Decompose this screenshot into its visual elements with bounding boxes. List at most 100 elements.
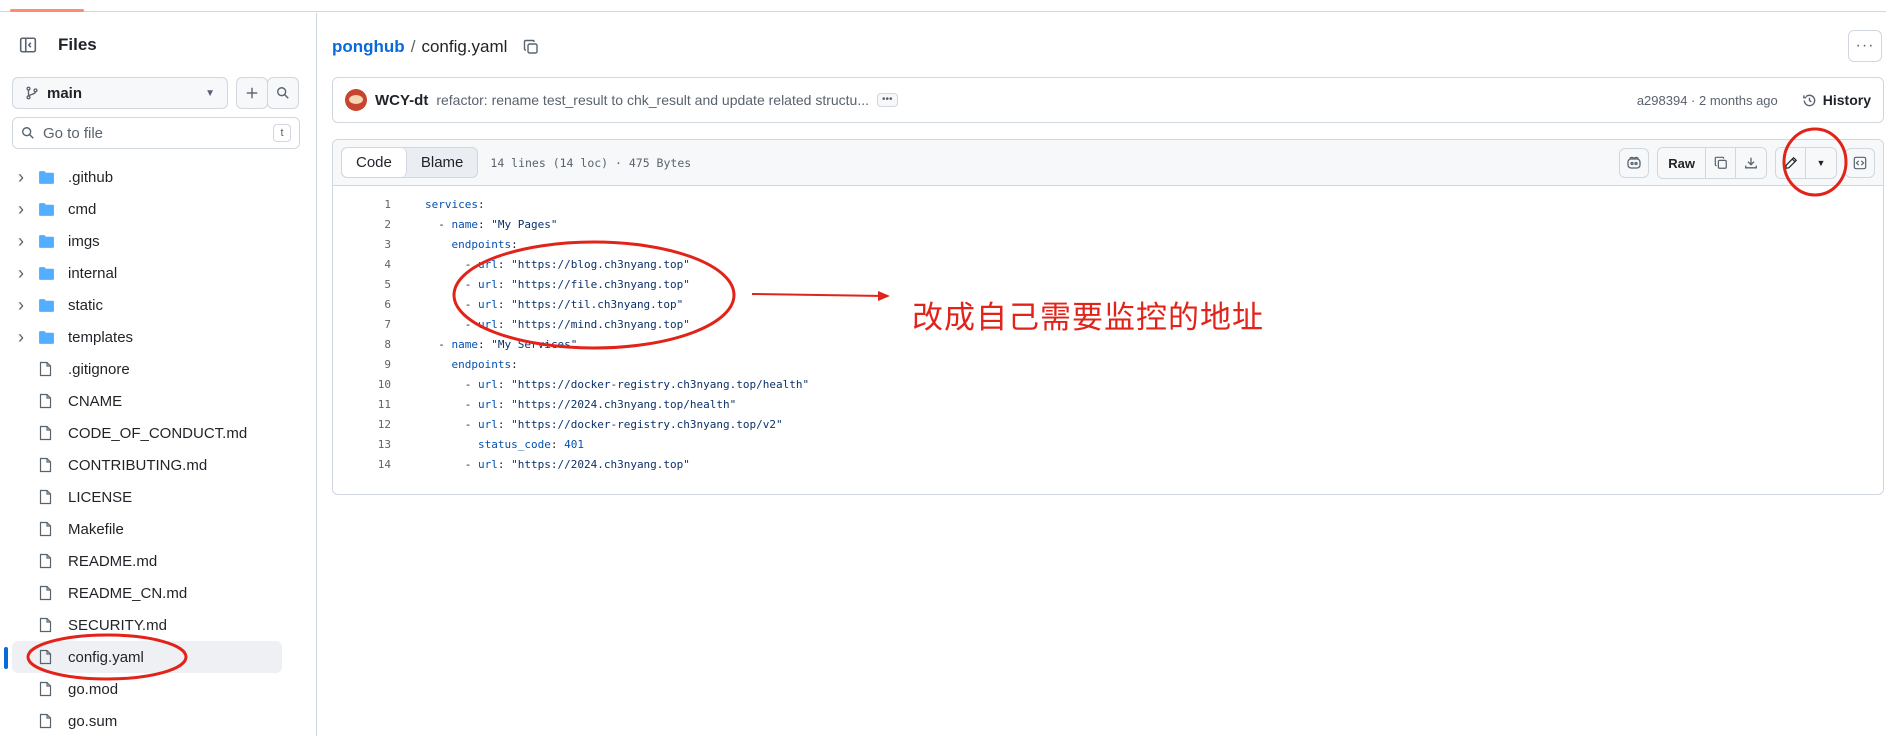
tree-folder[interactable]: › cmd — [0, 193, 316, 225]
file-stats: 14 lines (14 loc) · 475 Bytes — [490, 155, 692, 170]
line-content: status_code: 401 — [477, 437, 584, 451]
history-button[interactable]: History — [1802, 92, 1871, 108]
tree-file[interactable]: config.yaml — [4, 641, 282, 673]
line-number[interactable]: 4 — [333, 258, 391, 271]
file-icon — [38, 393, 60, 409]
tree-file[interactable]: go.sum — [0, 705, 316, 736]
line-number[interactable]: 11 — [333, 398, 391, 411]
tree-item-label: go.sum — [68, 712, 118, 730]
search-icon — [277, 87, 289, 99]
chevron-right-icon[interactable]: › — [14, 295, 28, 316]
sidebar-header: Files — [12, 29, 97, 61]
raw-button[interactable]: Raw — [1658, 148, 1706, 178]
author-avatar[interactable] — [345, 89, 367, 111]
search-files-button[interactable] — [267, 77, 299, 109]
tree-item-label: README_CN.md — [68, 584, 188, 602]
line-number[interactable]: 12 — [333, 418, 391, 431]
chevron-right-icon[interactable]: › — [14, 263, 28, 284]
view-mode-toggle: Code Blame — [341, 147, 479, 178]
tab-blame[interactable]: Blame — [407, 148, 478, 177]
code-line: 11 - url: "https://2024.ch3nyang.top/hea… — [333, 394, 1883, 414]
tree-file[interactable]: README_CN.md — [0, 577, 316, 609]
branch-selector[interactable]: main ▼ — [12, 77, 228, 109]
chevron-right-icon[interactable]: › — [14, 327, 28, 348]
tree-file[interactable]: LICENSE — [0, 481, 316, 513]
go-to-file-input[interactable]: Go to file t — [12, 117, 300, 149]
tree-folder[interactable]: › .github — [0, 161, 316, 193]
folder-icon — [38, 170, 60, 185]
tree-item-label: SECURITY.md — [68, 616, 167, 634]
triangle-down-icon: ▼ — [1816, 158, 1826, 168]
kebab-horizontal-icon: ··· — [1855, 37, 1875, 54]
line-number[interactable]: 7 — [333, 318, 391, 331]
line-number[interactable]: 8 — [333, 338, 391, 351]
line-number[interactable]: 3 — [333, 238, 391, 251]
copy-raw-button[interactable] — [1706, 148, 1736, 178]
folder-icon — [38, 298, 60, 313]
tree-folder[interactable]: › imgs — [0, 225, 316, 257]
tree-item-label: go.mod — [68, 680, 119, 698]
tree-file[interactable]: Makefile — [0, 513, 316, 545]
file-icon — [38, 617, 60, 633]
line-number[interactable]: 13 — [333, 438, 391, 451]
copilot-button[interactable] — [1619, 148, 1650, 178]
copy-path-icon[interactable] — [523, 39, 539, 55]
tree-folder[interactable]: › static — [0, 289, 316, 321]
tree-file[interactable]: CODE_OF_CONDUCT.md — [0, 417, 316, 449]
tree-file[interactable]: SECURITY.md — [0, 609, 316, 641]
line-number[interactable]: 2 — [333, 218, 391, 231]
tree-file[interactable]: .gitignore — [0, 353, 316, 385]
collapse-sidebar-icon[interactable] — [12, 29, 44, 61]
git-branch-icon — [26, 86, 38, 100]
file-tree-sidebar: Files main ▼ Go to file t › .github › cmd › i… — [0, 13, 317, 736]
keyboard-shortcut-hint: t — [273, 124, 291, 142]
chevron-right-icon[interactable]: › — [14, 231, 28, 252]
chevron-right-icon[interactable]: › — [14, 167, 28, 188]
download-button[interactable] — [1736, 148, 1766, 178]
tab-code[interactable]: Code — [342, 148, 407, 177]
code-line: 12 - url: "https://docker-registry.ch3ny… — [333, 414, 1883, 434]
line-number[interactable]: 1 — [333, 198, 391, 211]
folder-icon — [38, 330, 60, 345]
latest-commit-bar: WCY-dt refactor: rename test_result to c… — [332, 77, 1884, 123]
folder-icon — [38, 234, 60, 249]
file-icon — [38, 489, 60, 505]
download-icon — [1745, 157, 1757, 169]
tree-file[interactable]: CONTRIBUTING.md — [0, 449, 316, 481]
line-content: - url: "https://2024.ch3nyang.top/health… — [425, 397, 737, 411]
tree-folder[interactable]: › templates — [0, 321, 316, 353]
add-file-button[interactable] — [236, 77, 268, 109]
tree-file[interactable]: README.md — [0, 545, 316, 577]
line-number[interactable]: 14 — [333, 458, 391, 471]
tree-item-label: static — [68, 296, 104, 314]
edit-options-dropdown[interactable]: ▼ — [1806, 148, 1836, 178]
file-icon — [38, 425, 60, 441]
tree-folder[interactable]: › internal — [0, 257, 316, 289]
tree-file[interactable]: go.mod — [0, 673, 316, 705]
commit-meta[interactable]: a298394 · 2 months ago — [1637, 93, 1778, 108]
edit-file-button[interactable] — [1776, 148, 1806, 178]
symbols-panel-button[interactable] — [1845, 148, 1875, 178]
breadcrumb-repo-link[interactable]: ponghub — [332, 37, 405, 57]
line-number[interactable]: 6 — [333, 298, 391, 311]
line-number[interactable]: 10 — [333, 378, 391, 391]
commit-author[interactable]: WCY-dt — [375, 92, 428, 109]
tree-item-label: cmd — [68, 200, 97, 218]
expand-commit-message-button[interactable]: ••• — [877, 93, 898, 107]
commit-message[interactable]: refactor: rename test_result to chk_resu… — [436, 92, 869, 108]
folder-icon — [38, 266, 60, 281]
caret-down-icon: ▼ — [205, 87, 215, 99]
code-line: 3 endpoints: — [333, 234, 1883, 254]
line-number[interactable]: 9 — [333, 358, 391, 371]
tree-file[interactable]: CNAME — [0, 385, 316, 417]
branch-row: main ▼ — [12, 77, 300, 109]
line-number[interactable]: 5 — [333, 278, 391, 291]
more-options-button[interactable]: ··· — [1848, 30, 1882, 62]
chevron-right-icon[interactable]: › — [14, 199, 28, 220]
code-toolbar: Code Blame 14 lines (14 loc) · 475 Bytes… — [333, 140, 1883, 186]
tree-item-label: CNAME — [68, 392, 123, 410]
line-content: - url: "https://blog.ch3nyang.top" — [425, 257, 690, 271]
line-content: - url: "https://file.ch3nyang.top" — [425, 277, 690, 291]
line-content: - url: "https://2024.ch3nyang.top" — [425, 457, 690, 471]
top-nav-bar — [0, 0, 1886, 12]
